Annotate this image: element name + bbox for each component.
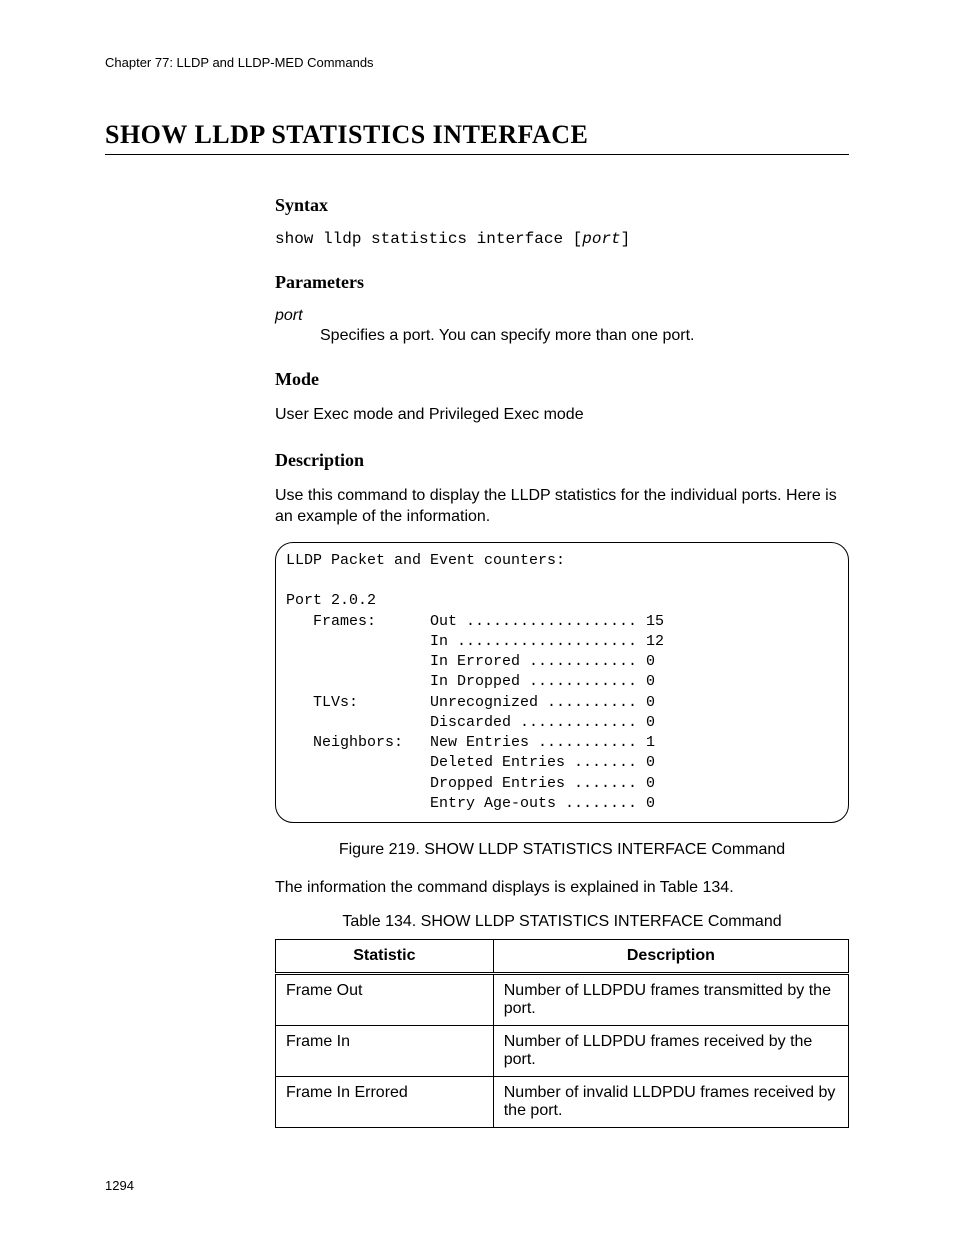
table-header-row: Statistic Description — [276, 939, 849, 973]
syntax-text: show lldp statistics interface [port] — [275, 230, 849, 248]
table-caption: Table 134. SHOW LLDP STATISTICS INTERFAC… — [275, 913, 849, 931]
cell-desc: Number of LLDPDU frames transmitted by t… — [493, 973, 848, 1025]
mode-text: User Exec mode and Privileged Exec mode — [275, 404, 849, 426]
figure-caption: Figure 219. SHOW LLDP STATISTICS INTERFA… — [275, 841, 849, 859]
chapter-header: Chapter 77: LLDP and LLDP-MED Commands — [105, 55, 849, 70]
th-statistic: Statistic — [276, 939, 494, 973]
syntax-heading: Syntax — [275, 195, 849, 216]
cell-stat: Frame Out — [276, 973, 494, 1025]
cell-desc: Number of LLDPDU frames received by the … — [493, 1025, 848, 1076]
cell-stat: Frame In — [276, 1025, 494, 1076]
cell-desc: Number of invalid LLDPDU frames received… — [493, 1076, 848, 1127]
description-intro: Use this command to display the LLDP sta… — [275, 485, 849, 528]
mode-heading: Mode — [275, 369, 849, 390]
description-heading: Description — [275, 450, 849, 471]
page-number: 1294 — [105, 1178, 849, 1193]
table-row: Frame In Number of LLDPDU frames receive… — [276, 1025, 849, 1076]
syntax-prefix: show lldp statistics interface [ — [275, 230, 582, 248]
after-figure-text: The information the command displays is … — [275, 877, 849, 899]
parameters-heading: Parameters — [275, 272, 849, 293]
table-row: Frame Out Number of LLDPDU frames transm… — [276, 973, 849, 1025]
table-row: Frame In Errored Number of invalid LLDPD… — [276, 1076, 849, 1127]
param-name: port — [275, 307, 849, 325]
code-block: LLDP Packet and Event counters: Port 2.0… — [275, 542, 849, 823]
syntax-suffix: ] — [621, 230, 631, 248]
syntax-param: port — [582, 230, 620, 248]
statistics-table: Statistic Description Frame Out Number o… — [275, 939, 849, 1128]
cell-stat: Frame In Errored — [276, 1076, 494, 1127]
page: Chapter 77: LLDP and LLDP-MED Commands S… — [0, 0, 954, 1233]
param-desc: Specifies a port. You can specify more t… — [320, 327, 849, 345]
th-description: Description — [493, 939, 848, 973]
content-region: Syntax show lldp statistics interface [p… — [275, 195, 849, 1128]
page-title: SHOW LLDP STATISTICS INTERFACE — [105, 120, 849, 155]
